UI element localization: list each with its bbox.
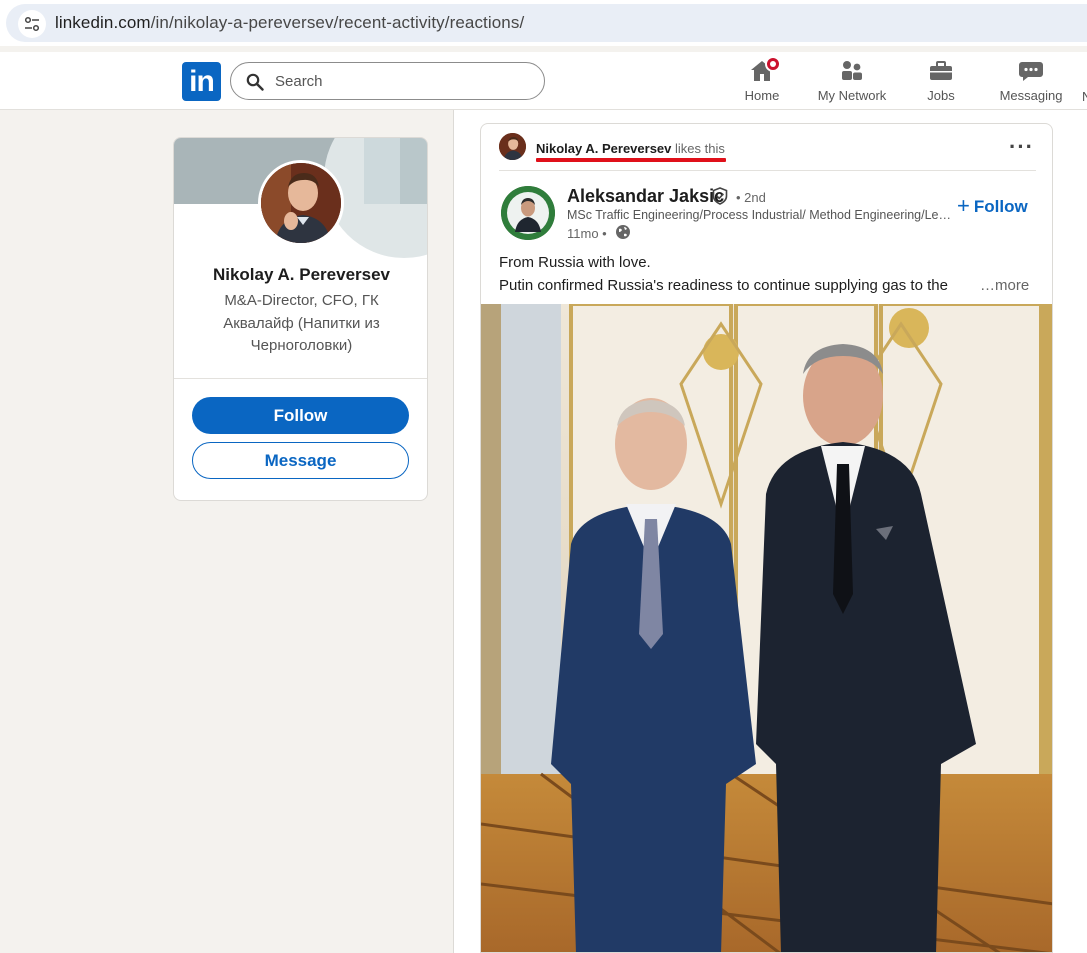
post-divider [499,170,1036,171]
liker-name[interactable]: Nikolay A. Pereversev [536,141,671,156]
card-divider [174,378,427,379]
search-box[interactable] [230,62,545,100]
nav-my-network-label: My Network [817,88,887,103]
search-input[interactable] [275,71,525,91]
network-icon [839,58,865,84]
url-path: /in/nikolay-a-pereversev/recent-activity… [150,13,525,32]
search-icon [246,73,264,91]
profile-avatar[interactable] [258,160,344,246]
see-more-button[interactable]: …more [976,277,1030,294]
nav-home[interactable]: Home [737,56,787,108]
profile-name[interactable]: Nikolay A. Pereversev [174,265,427,285]
address-field[interactable]: linkedin.com/in/nikolay-a-pereversev/rec… [6,4,1087,42]
globe-icon [616,225,630,239]
feed-post: Nikolay A. Pereversev likes this ··· Ale… [480,123,1053,953]
author-headline: MSc Traffic Engineering/Process Industri… [567,208,952,222]
highlight-underline [536,158,726,162]
follow-button[interactable]: Follow [192,397,409,434]
notification-badge [765,56,781,72]
url-text[interactable]: linkedin.com/in/nikolay-a-pereversev/rec… [55,13,524,33]
nav-home-label: Home [744,88,780,103]
reaction-header: Nikolay A. Pereversev likes this [536,141,725,156]
post-image[interactable] [481,304,1052,952]
linkedin-header: in Home My Network [0,52,1087,110]
author-avatar[interactable] [501,186,555,240]
connection-degree: • 2nd [736,190,766,205]
nav-messaging[interactable]: Messaging [996,58,1066,108]
nav-jobs[interactable]: Jobs [916,58,966,108]
nav-my-network[interactable]: My Network [812,58,892,108]
messaging-icon [1018,58,1044,84]
site-settings-icon[interactable] [18,10,46,38]
nav-overflow-label[interactable]: N [1082,89,1087,104]
profile-headline: M&A-Director, CFO, ГК Аквалайф (Напитки … [223,292,380,354]
post-text-line-1: From Russia with love. [499,254,651,271]
message-button[interactable]: Message [192,442,409,479]
nav-jobs-label: Jobs [927,88,955,103]
author-name[interactable]: Aleksandar Jaksic [567,186,724,207]
linkedin-logo[interactable]: in [182,62,221,101]
post-text-line-2: Putin confirmed Russia's readiness to co… [499,277,948,294]
follow-author-label: Follow [973,197,1028,216]
reaction-text: likes this [671,141,725,156]
profile-card: Nikolay A. Pereversev M&A-Director, CFO,… [173,137,428,501]
post-timestamp: 11mo • [567,226,607,241]
nav-messaging-label: Messaging [999,88,1063,103]
browser-url-bar: linkedin.com/in/nikolay-a-pereversev/rec… [0,0,1087,46]
url-host: linkedin.com [55,13,151,32]
more-options-button[interactable]: ··· [1009,134,1034,160]
home-icon [749,56,781,84]
liker-avatar[interactable] [499,133,526,160]
verified-icon [712,187,728,205]
follow-author-button[interactable]: + Follow [957,192,1028,218]
plus-icon: + [957,193,970,218]
briefcase-icon [928,58,954,84]
